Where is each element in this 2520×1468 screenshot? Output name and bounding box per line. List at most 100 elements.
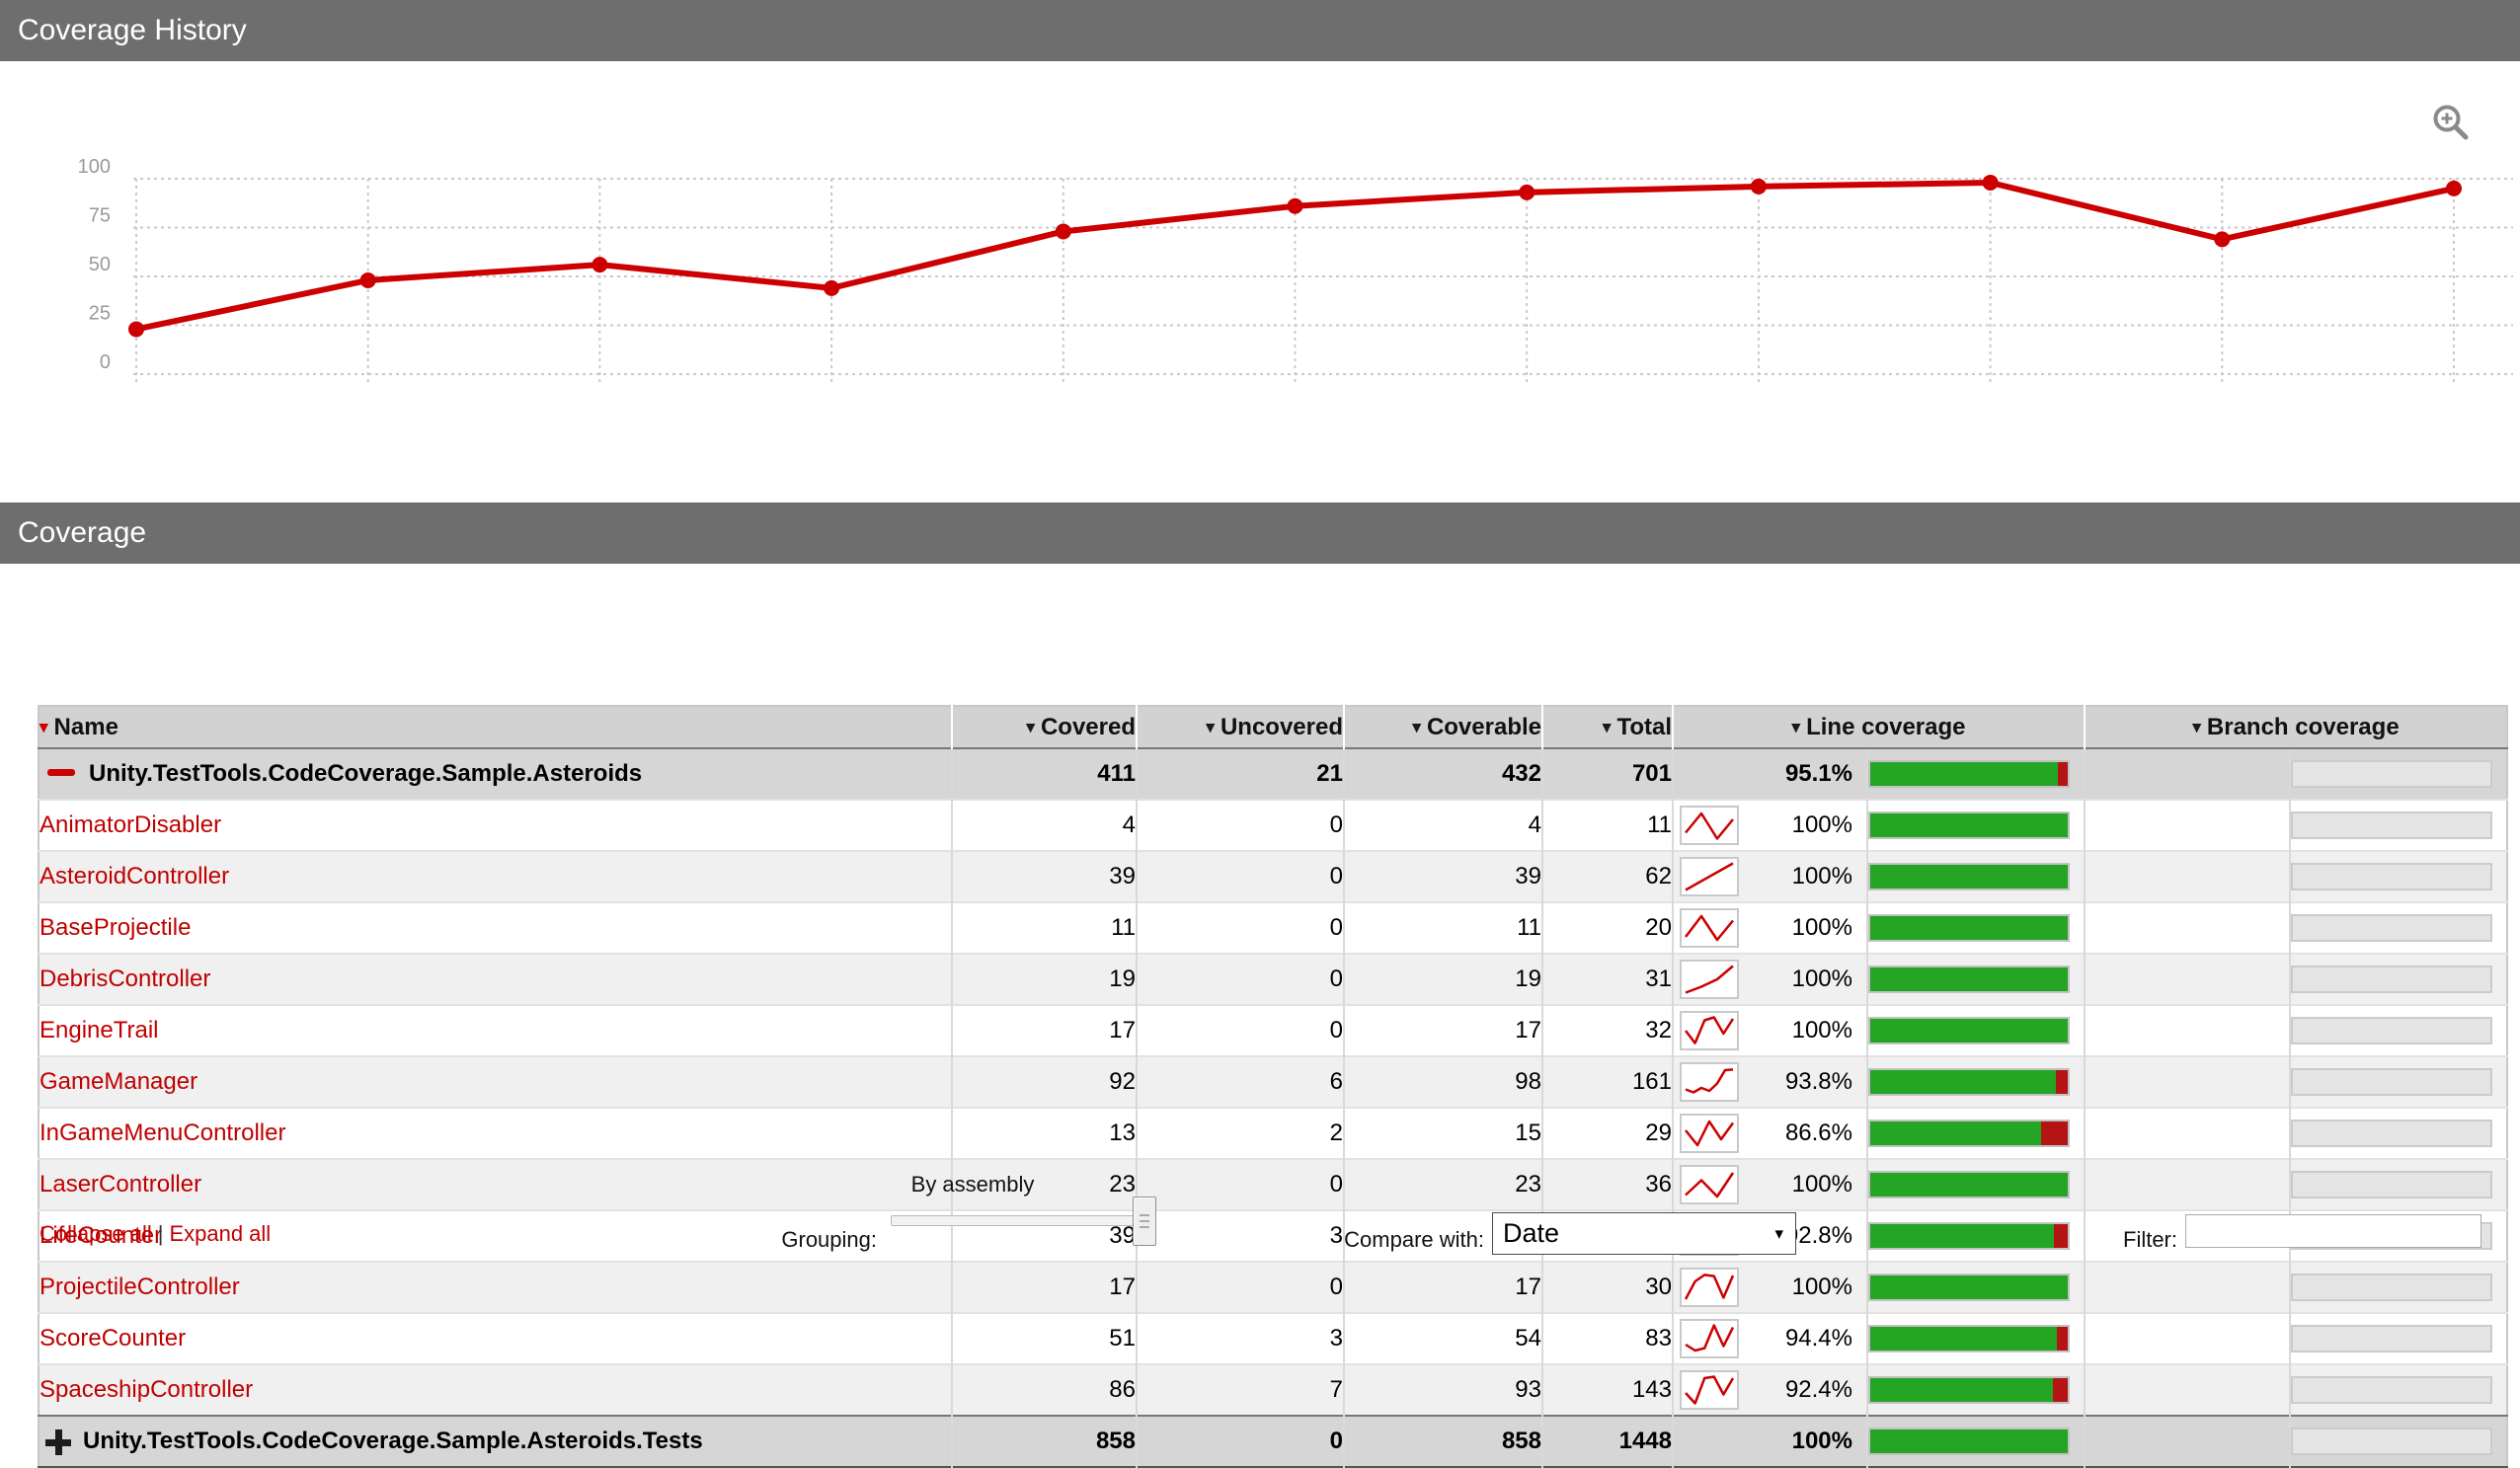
branch-coverage-bar [2292,966,2493,993]
covered-value: 4 [951,799,1137,851]
column-header-covered[interactable]: ▾ Covered [951,706,1137,748]
branch-coverage-bar [2292,811,2493,839]
coverable-value: 4 [1343,799,1542,851]
uncovered-value: 0 [1136,1158,1344,1210]
line-coverage-bar [1869,1171,2070,1198]
coverable-value: 17 [1343,1261,1542,1313]
column-header-coverable[interactable]: ▾ Coverable [1343,706,1542,748]
assembly-name: Unity.TestTools.CodeCoverage.Sample.Aste… [83,1428,703,1454]
uncovered-value: 0 [1136,1004,1344,1056]
column-header-branch-coverage[interactable]: ▾ Branch coverage [2084,706,2508,748]
branch-coverage-percent [2084,1055,2291,1108]
line-coverage-percent: 100% [1791,1171,1852,1198]
line-coverage-percent: 100% [1791,1017,1852,1043]
collapse-expand-links: Collapse all | Expand all [39,1221,271,1247]
class-link[interactable]: GameManager [39,1068,197,1095]
collapse-all-link[interactable]: Collapse all [39,1221,152,1246]
coverable-value: 93 [1343,1363,1542,1416]
class-link[interactable]: ProjectileController [39,1274,240,1300]
assembly-row: Unity.TestTools.CodeCoverage.Sample.Aste… [39,1415,2508,1467]
line-coverage-bar [1869,863,2070,890]
class-link[interactable]: ScoreCounter [39,1325,186,1352]
compare-with-select[interactable]: Date ▾ [1492,1212,1796,1255]
covered-value: 13 [951,1107,1137,1159]
column-header-total[interactable]: ▾ Total [1541,706,1673,748]
branch-coverage-bar [2292,1068,2493,1096]
class-link[interactable]: SpaceshipController [39,1376,253,1403]
coverable-value: 39 [1343,850,1542,902]
coverable-value: 858 [1343,1415,1542,1467]
covered-value: 411 [951,747,1137,800]
uncovered-value: 0 [1136,799,1344,851]
uncovered-value: 3 [1136,1312,1344,1364]
compare-with-selected-value: Date [1503,1218,1560,1248]
covered-value: 858 [951,1415,1137,1467]
class-link[interactable]: LaserController [39,1171,201,1198]
covered-value: 11 [951,901,1137,954]
line-coverage-percent: 86.6% [1784,1120,1852,1146]
class-link[interactable]: EngineTrail [39,1017,159,1043]
covered-value: 86 [951,1363,1137,1416]
filter-input[interactable] [2185,1214,2481,1248]
total-value: 32 [1541,1004,1673,1056]
grouping-slider-track[interactable] [891,1215,1155,1226]
branch-coverage-percent [2084,953,2291,1005]
branch-coverage-percent [2084,1158,2291,1210]
grouping-slider-thumb[interactable] [1133,1197,1156,1246]
line-coverage-bar [1869,1376,2070,1404]
branch-coverage-percent [2084,1107,2291,1159]
expand-assembly-icon[interactable] [45,1429,71,1455]
line-coverage-bar [1869,914,2070,942]
class-link[interactable]: DebrisController [39,966,210,992]
sort-arrow-icon: ▾ [1412,717,1421,736]
coverable-value: 98 [1343,1055,1542,1108]
total-value: 1448 [1541,1415,1673,1467]
svg-text:50: 50 [89,254,111,275]
branch-coverage-percent [2084,1261,2291,1313]
line-coverage-percent: 100% [1791,966,1852,992]
uncovered-value: 0 [1136,850,1344,902]
class-row: ScoreCounter 51 3 54 83 94.4% [39,1312,2508,1364]
line-coverage-percent: 100% [1791,811,1852,838]
svg-text:75: 75 [89,205,111,227]
history-line-chart: 0 25 50 75 100 [78,156,2513,383]
line-coverage-percent: 100% [1791,914,1852,941]
coverage-history-section-header: Coverage History [0,0,2520,61]
class-link[interactable]: InGameMenuController [39,1120,285,1146]
line-coverage-bar [1869,1017,2070,1044]
column-header-uncovered[interactable]: ▾ Uncovered [1136,706,1344,748]
total-value: 83 [1541,1312,1673,1364]
coverage-section-header: Coverage [0,502,2520,564]
total-value: 161 [1541,1055,1673,1108]
class-link[interactable]: AnimatorDisabler [39,811,221,838]
history-sparkline-icon [1680,1062,1739,1102]
line-coverage-percent: 95.1% [1784,760,1852,787]
branch-coverage-bar [2292,914,2493,942]
class-link[interactable]: BaseProjectile [39,914,191,941]
line-coverage-bar [1869,966,2070,993]
magnifier-zoom-icon[interactable] [2431,103,2473,144]
history-sparkline-icon [1680,1268,1739,1307]
uncovered-value: 0 [1136,901,1344,954]
class-link[interactable]: AsteroidController [39,863,229,889]
class-row: BaseProjectile 11 0 11 20 100% [39,901,2508,954]
collapse-assembly-icon[interactable] [47,769,75,777]
expand-all-link[interactable]: Expand all [169,1221,271,1246]
history-sparkline-icon [1680,806,1739,845]
uncovered-value: 7 [1136,1363,1344,1416]
line-coverage-percent: 100% [1791,1274,1852,1300]
sort-arrow-icon: ▾ [1791,717,1801,736]
uncovered-value: 0 [1136,953,1344,1005]
branch-coverage-bar [2292,1325,2493,1352]
covered-value: 19 [951,953,1137,1005]
coverable-value: 432 [1343,747,1542,800]
column-header-line-coverage[interactable]: ▾ Line coverage [1671,706,2086,748]
covered-value: 92 [951,1055,1137,1108]
coverable-value: 15 [1343,1107,1542,1159]
column-header-name[interactable]: ▾ Name [39,706,952,748]
total-value: 143 [1541,1363,1673,1416]
branch-coverage-percent [2084,1415,2291,1467]
history-sparkline-icon [1680,1114,1739,1153]
branch-coverage-bar [2292,1017,2493,1044]
class-row: GameManager 92 6 98 161 93.8% [39,1055,2508,1108]
